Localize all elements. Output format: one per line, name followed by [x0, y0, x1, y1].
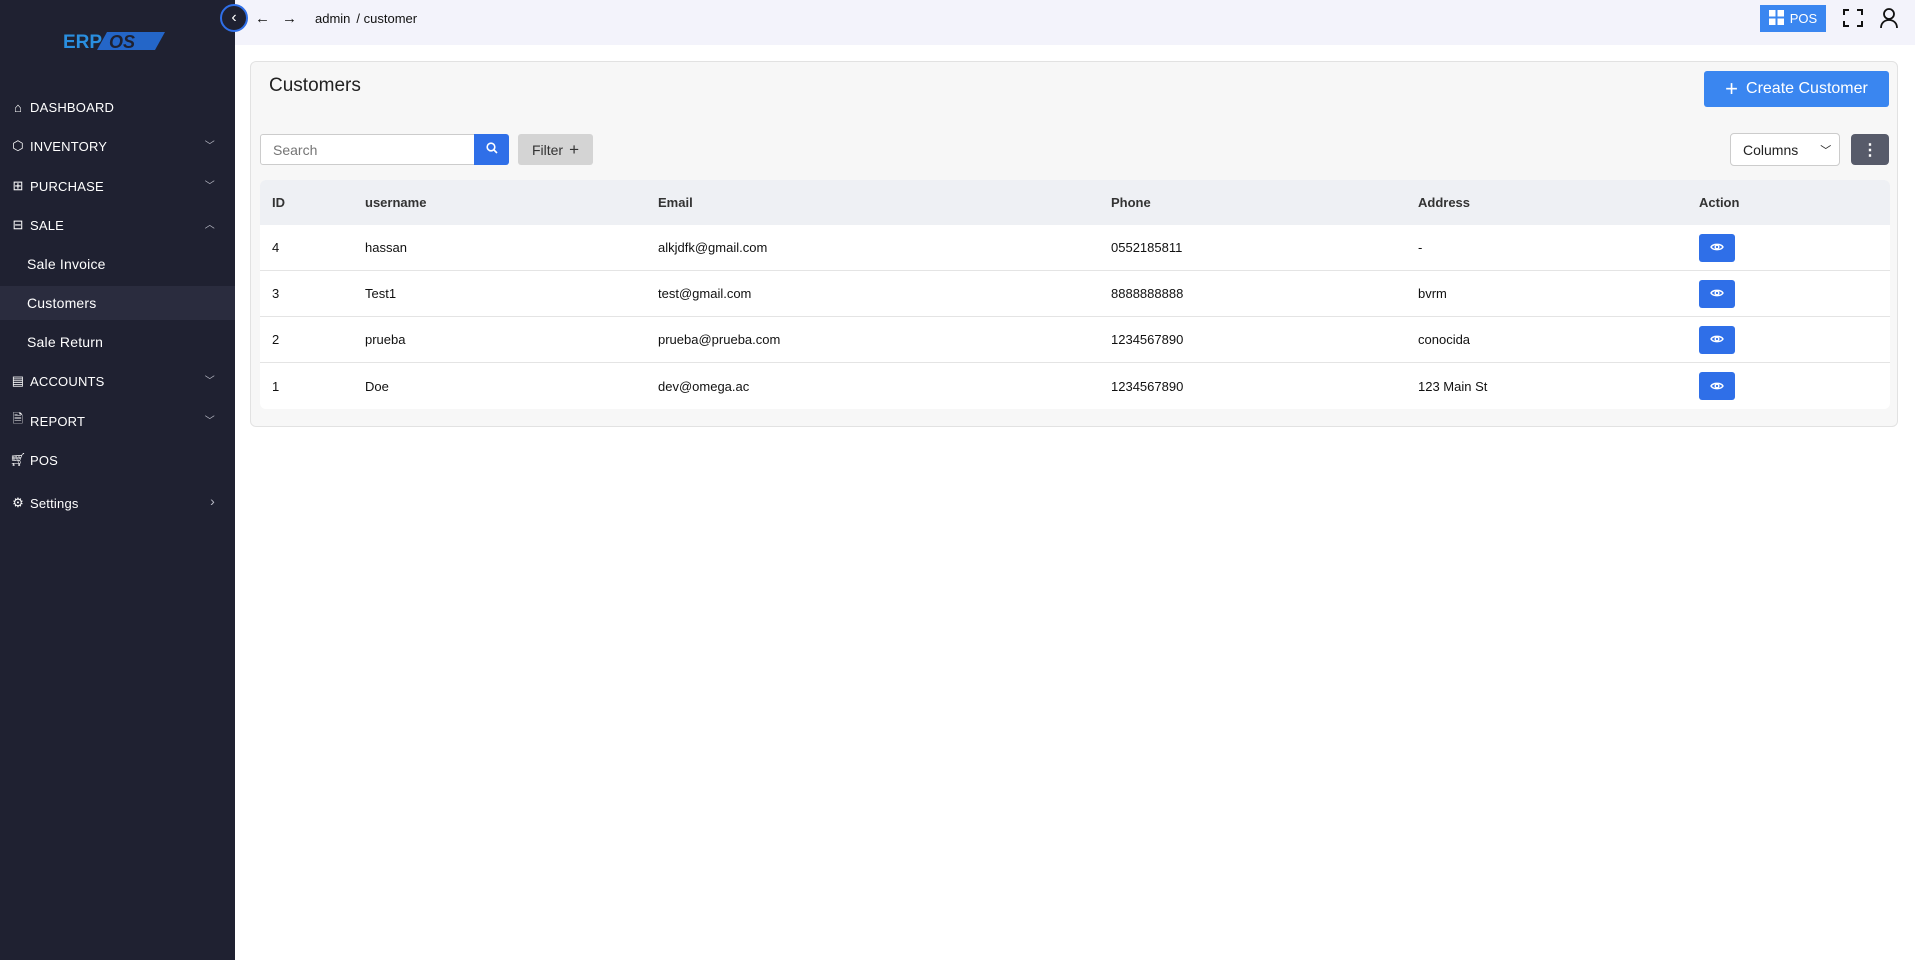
cell-phone: 0552185811	[1111, 240, 1183, 255]
cell-id: 3	[272, 286, 280, 301]
cell-action	[1699, 271, 1735, 316]
minus-square-icon: ⊟	[12, 217, 24, 232]
cube-icon: ⬡	[12, 138, 24, 153]
sidebar-item-pos[interactable]: 🛒︎ POS	[0, 443, 235, 477]
plus-icon: +	[1725, 76, 1739, 101]
search-button[interactable]	[474, 134, 509, 165]
sidebar-item-inventory[interactable]: ⬡ INVENTORY ﹀	[0, 129, 235, 163]
cell-username: Test1	[365, 286, 397, 301]
table-row: 2 prueba prueba@prueba.com 1234567890 conoci…	[260, 317, 1890, 363]
sidebar-item-report[interactable]: 🗎 REPORT ﹀	[0, 404, 235, 438]
cell-action	[1699, 363, 1735, 409]
home-icon: ⌂	[13, 99, 23, 115]
plus-icon: +	[569, 139, 580, 159]
cell-address: -	[1418, 240, 1423, 255]
cell-username: Doe	[365, 378, 389, 394]
cell-phone: 1234567890	[1111, 332, 1184, 347]
chevron-down-icon: ﹀	[1820, 144, 1832, 157]
collapse-sidebar-button[interactable]: ‹	[220, 4, 248, 32]
cell-username: prueba	[365, 332, 406, 347]
sidebar-item-sale[interactable]: ⊟ SALE ︿	[0, 208, 235, 242]
top-bar	[235, 0, 1915, 45]
header-action: Action	[1699, 195, 1740, 210]
view-button[interactable]	[1699, 279, 1735, 308]
chevron-down-icon: ﹀	[204, 416, 215, 427]
columns-dropdown[interactable]: Columns ﹀	[1730, 133, 1840, 166]
grid-icon	[1768, 9, 1784, 28]
filter-button[interactable]: Filter +	[518, 134, 593, 165]
breadcrumb: ← → admin / customer	[255, 10, 417, 27]
cell-address: bvrm	[1418, 286, 1447, 301]
erp-os-logo: ERP OS	[63, 28, 165, 54]
sidebar-item-sale-return[interactable]: Sale Return	[0, 325, 235, 359]
header-username: username	[365, 195, 427, 210]
pos-button[interactable]: POS	[1760, 5, 1826, 32]
sidebar-item-sale-invoice[interactable]: Sale Invoice	[0, 247, 235, 281]
eye-icon	[1710, 240, 1724, 255]
cell-id: 4	[272, 240, 280, 255]
svg-text:ERP: ERP	[63, 32, 102, 53]
chevron-up-icon: ︿	[204, 220, 215, 231]
breadcrumb-admin[interactable]: admin	[315, 11, 350, 26]
fullscreen-icon[interactable]	[1843, 9, 1863, 27]
cell-id: 1	[272, 378, 280, 394]
eye-icon	[1710, 332, 1724, 347]
cell-username: hassan	[365, 240, 407, 255]
header-address: Address	[1418, 195, 1471, 210]
chevron-right-icon: ›	[210, 493, 215, 509]
table-row: 4 hassan alkjdfk@gmail.com 0552185811 -	[260, 225, 1890, 271]
page-title: Customers	[269, 75, 361, 96]
header-id: ID	[272, 195, 285, 210]
ledger-icon: ▤	[11, 373, 25, 388]
table-header: ID username Email Phone Address Action	[260, 180, 1890, 225]
cell-address: conocida	[1418, 332, 1471, 347]
cell-email: alkjdfk@gmail.com	[658, 240, 768, 255]
chevron-down-icon: ﹀	[204, 376, 215, 387]
view-button[interactable]	[1699, 372, 1735, 400]
sidebar-item-customers[interactable]: Customers	[0, 286, 235, 320]
sidebar-item-settings[interactable]: ⚙ Settings ›	[0, 486, 235, 520]
forward-arrow-icon[interactable]: →	[282, 10, 297, 27]
customers-card: Customers +Create Customer Filter+ Colum…	[250, 61, 1898, 427]
view-button[interactable]	[1699, 233, 1735, 262]
cell-action	[1699, 225, 1735, 270]
cell-address: 123 Main St	[1418, 378, 1488, 394]
cell-phone: 1234567890	[1111, 378, 1184, 394]
kebab-icon: ⋮	[1862, 141, 1878, 159]
view-button[interactable]	[1699, 325, 1735, 354]
chevron-down-icon: ﹀	[204, 181, 215, 192]
user-icon[interactable]	[1880, 8, 1898, 28]
cell-id: 2	[272, 332, 280, 347]
plus-square-icon: ⊞	[12, 178, 24, 193]
sidebar-item-purchase[interactable]: ⊞ PURCHASE ﹀	[0, 169, 235, 203]
cell-action	[1699, 317, 1735, 362]
table-row: 3 Test1 test@gmail.com 8888888888 bvrm	[260, 271, 1890, 317]
eye-icon	[1710, 379, 1724, 394]
file-icon: 🗎	[12, 411, 24, 426]
breadcrumb-customer: / customer	[356, 11, 418, 26]
back-arrow-icon[interactable]: ←	[255, 10, 270, 27]
sidebar: ERP OS ⌂ DASHBOARD ⬡ INVENTORY ﹀ ⊞ PURCHASE ﹀ …	[0, 0, 235, 960]
cell-email: test@gmail.com	[658, 286, 752, 301]
header-phone: Phone	[1111, 195, 1151, 210]
cell-email: dev@omega.ac	[658, 378, 750, 394]
chevron-down-icon: ﹀	[204, 141, 215, 152]
svg-text:OS: OS	[109, 32, 135, 52]
customers-table: ID username Email Phone Address Action 4…	[260, 180, 1890, 409]
more-options-button[interactable]: ⋮	[1851, 134, 1889, 165]
cell-phone: 8888888888	[1111, 286, 1184, 301]
header-email: Email	[658, 195, 693, 210]
sidebar-item-accounts[interactable]: ▤ ACCOUNTS ﹀	[0, 364, 235, 398]
gear-icon: ⚙	[12, 495, 24, 510]
cart-icon: 🛒︎	[9, 452, 27, 467]
chevron-left-icon: ‹	[231, 9, 237, 26]
create-customer-button[interactable]: + Create Customer	[1704, 71, 1889, 107]
search-input[interactable]	[260, 134, 475, 165]
sidebar-item-dashboard[interactable]: ⌂ DASHBOARD	[0, 90, 235, 124]
cell-email: prueba@prueba.com	[658, 332, 781, 347]
eye-icon	[1710, 286, 1724, 301]
search-icon	[485, 141, 498, 159]
table-row: 1 Doe dev@omega.ac 1234567890 123 Main St	[260, 363, 1890, 409]
